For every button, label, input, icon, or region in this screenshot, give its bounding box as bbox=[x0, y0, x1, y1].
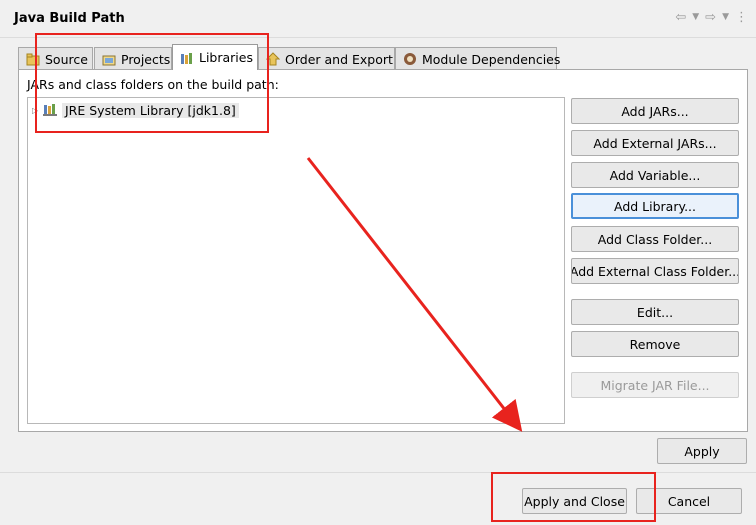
edit-button[interactable]: Edit... bbox=[571, 299, 739, 325]
remove-button[interactable]: Remove bbox=[571, 331, 739, 357]
library-tree[interactable]: ▷ JRE System Library [jdk1.8] bbox=[27, 97, 565, 424]
add-variable-button[interactable]: Add Variable... bbox=[571, 162, 739, 188]
tab-label: Projects bbox=[121, 51, 171, 67]
projects-icon bbox=[102, 52, 116, 66]
view-menu-icon[interactable]: ⋮ bbox=[735, 10, 748, 25]
add-external-class-folder-button[interactable]: Add External Class Folder... bbox=[571, 258, 739, 284]
tab-label: Source bbox=[45, 51, 88, 67]
apply-button[interactable]: Apply bbox=[657, 438, 747, 464]
tab-source[interactable]: Source bbox=[18, 47, 93, 70]
source-folder-icon bbox=[26, 52, 40, 66]
add-library-button[interactable]: Add Library... bbox=[571, 193, 739, 219]
tree-item-jre[interactable]: ▷ JRE System Library [jdk1.8] bbox=[32, 101, 239, 119]
apply-and-close-button[interactable]: Apply and Close bbox=[522, 488, 627, 514]
tab-order-export[interactable]: Order and Export bbox=[258, 47, 395, 70]
tab-module-dependencies[interactable]: Module Dependencies bbox=[395, 47, 561, 70]
order-export-icon bbox=[265, 52, 281, 66]
chevron-down-icon[interactable]: ▼ bbox=[722, 12, 729, 25]
tab-label: Module Dependencies bbox=[422, 51, 561, 67]
expand-arrow-icon[interactable]: ▷ bbox=[32, 106, 40, 115]
tab-projects[interactable]: Projects bbox=[94, 47, 172, 70]
libraries-panel: JARs and class folders on the build path… bbox=[18, 69, 748, 432]
cancel-button[interactable]: Cancel bbox=[636, 488, 742, 514]
module-icon bbox=[403, 52, 417, 66]
tree-item-label: JRE System Library [jdk1.8] bbox=[62, 102, 239, 118]
history-nav: ⇦ ▼ ⇨ ▼ ⋮ bbox=[675, 10, 748, 25]
add-jars-button[interactable]: Add JARs... bbox=[571, 98, 739, 124]
migrate-jar-button[interactable]: Migrate JAR File... bbox=[571, 372, 739, 398]
chevron-down-icon[interactable]: ▼ bbox=[692, 12, 699, 25]
libraries-icon bbox=[180, 51, 194, 65]
forward-icon[interactable]: ⇨ bbox=[705, 10, 716, 25]
library-icon bbox=[43, 102, 59, 119]
add-external-jars-button[interactable]: Add External JARs... bbox=[571, 130, 739, 156]
page-title: Java Build Path bbox=[14, 11, 125, 26]
add-class-folder-button[interactable]: Add Class Folder... bbox=[571, 226, 739, 252]
back-icon[interactable]: ⇦ bbox=[675, 10, 686, 25]
tab-libraries[interactable]: Libraries bbox=[172, 44, 258, 70]
tab-label: Libraries bbox=[199, 50, 253, 65]
build-path-label: JARs and class folders on the build path… bbox=[27, 77, 279, 92]
header: Java Build Path ⇦ ▼ ⇨ ▼ ⋮ bbox=[0, 0, 756, 38]
tab-label: Order and Export bbox=[285, 51, 393, 67]
